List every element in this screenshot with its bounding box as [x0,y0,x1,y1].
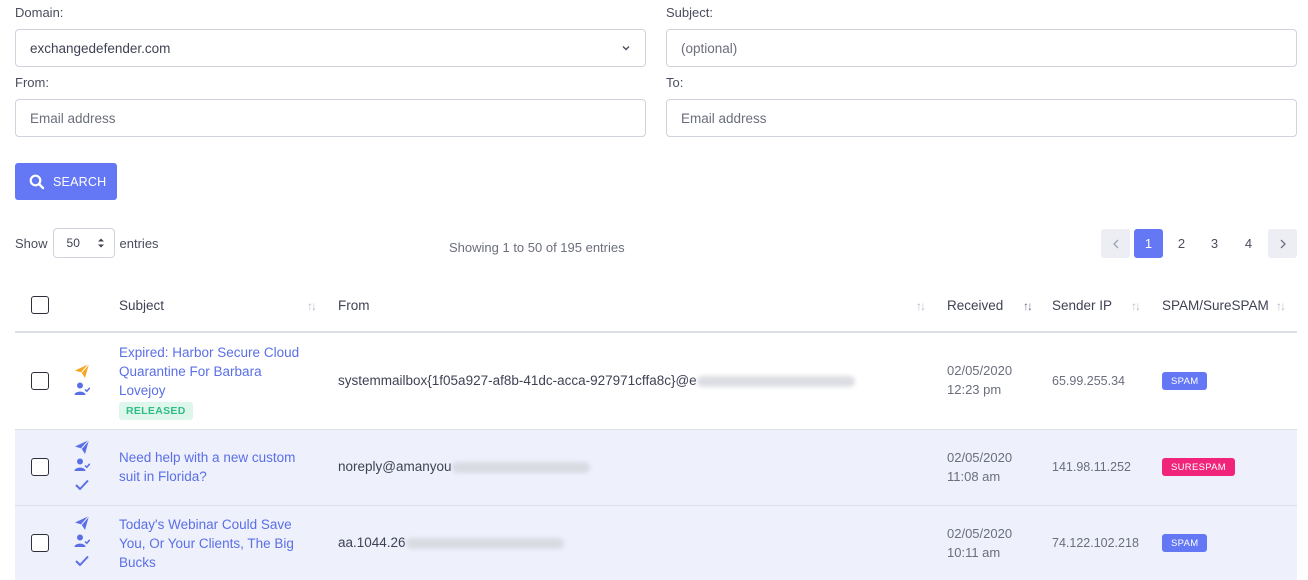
from-placeholder: Email address [30,110,116,126]
column-received[interactable]: Received [947,298,1003,313]
received-clock: 10:11 am [947,545,1001,560]
spam-badge: SPAM [1162,534,1208,552]
page-2-button[interactable]: 2 [1167,229,1196,258]
from-label: From: [15,75,49,90]
sender-ip: 74.122.102.218 [1052,536,1139,550]
received-date: 02/05/2020 [947,363,1013,378]
chevron-right-icon [1280,239,1286,248]
search-icon [29,174,45,189]
table-row[interactable]: Need help with a new custom suit in Flor… [15,430,1297,506]
sender-text: noreply@amanyou [338,459,452,474]
sender-text: aa.1044.26 [338,535,406,550]
row-checkbox[interactable] [31,534,49,552]
user-check-icon [74,534,90,547]
table-row[interactable]: Today's Webinar Could Save You, Or Your … [15,506,1297,580]
updown-icon [97,238,104,248]
subject-label: Subject: [666,5,713,20]
next-page-button[interactable] [1268,229,1297,258]
subject-line: Quarantine For Barbara [119,364,262,379]
pagination: 1 2 3 4 [1101,229,1297,258]
row-checkbox[interactable] [31,458,49,476]
show-label: Show [15,235,48,251]
to-placeholder: Email address [681,110,767,126]
sender-ip: 141.98.11.252 [1052,460,1132,474]
chevron-down-icon [622,46,630,51]
page-length-value: 50 [66,236,80,250]
page-length-select[interactable]: 50 [52,228,115,258]
to-input[interactable]: Email address [666,99,1297,137]
email-subject-link[interactable]: Need help with a new custom suit in Flor… [119,448,324,486]
subject-input[interactable]: (optional) [666,29,1297,67]
search-button-label: SEARCH [53,174,107,189]
sent-icon [75,439,90,454]
received-time: 02/05/2020 10:11 am [947,524,1012,562]
column-sender-ip[interactable]: Sender IP [1052,298,1112,313]
surespam-badge: SURESPAM [1162,458,1236,476]
page-length-control: Show 50 entries [15,228,159,258]
select-all-checkbox[interactable] [31,296,49,314]
prev-page-button[interactable] [1101,229,1130,258]
sender-address: noreply@amanyou [338,459,590,474]
sort-icon[interactable]: ↑↓ [307,299,317,313]
email-subject-link[interactable]: Today's Webinar Could Save You, Or Your … [119,515,324,572]
chevron-left-icon [1112,239,1118,248]
email-subject-link[interactable]: Expired: Harbor Secure Cloud Quarantine … [119,343,324,420]
table-info: Showing 1 to 50 of 195 entries [449,240,625,255]
subject-line: Need help with a new custom [119,450,296,465]
subject-line: Expired: Harbor Secure Cloud [119,345,300,360]
received-date: 02/05/2020 [947,526,1013,541]
to-label: To: [666,75,684,90]
sender-ip: 65.99.255.34 [1052,374,1125,388]
column-from[interactable]: From [338,298,370,313]
redacted-text [405,537,564,549]
domain-value: exchangedefender.com [30,40,171,56]
check-icon [75,555,89,567]
page-4-button[interactable]: 4 [1234,229,1263,258]
subject-line: Lovejoy [119,383,166,398]
received-clock: 11:08 am [947,469,1001,484]
sort-desc-icon[interactable]: ↑↓ [1023,299,1033,313]
sender-address: systemmailbox{1f05a927-af8b-41dc-acca-92… [338,373,855,388]
sort-icon[interactable]: ↑↓ [1276,299,1286,313]
redacted-text [696,375,855,387]
released-badge: RELEASED [119,402,193,420]
received-time: 02/05/2020 12:23 pm [947,361,1012,399]
sender-text: systemmailbox{1f05a927-af8b-41dc-acca-92… [338,373,697,388]
subject-line: You, Or Your Clients, The Big [119,536,294,551]
received-time: 02/05/2020 11:08 am [947,448,1012,486]
user-check-icon [74,458,90,471]
redacted-text [451,461,590,473]
page-1-button[interactable]: 1 [1134,229,1163,258]
column-subject[interactable]: Subject [119,298,164,313]
search-button[interactable]: SEARCH [15,163,117,200]
subject-line: Bucks [119,555,156,570]
domain-label: Domain: [15,5,64,20]
received-clock: 12:23 pm [947,382,1002,397]
page-3-button[interactable]: 3 [1200,229,1229,258]
user-check-icon [74,382,90,395]
subject-line: suit in Florida? [119,469,207,484]
table-header: Subject ↑↓ From ↑↓ Received ↑↓ Sender IP… [15,280,1297,333]
sort-icon[interactable]: ↑↓ [1131,299,1141,313]
subject-line: Today's Webinar Could Save [119,517,292,532]
entries-label: entries [119,235,159,251]
domain-select[interactable]: exchangedefender.com [15,29,646,67]
from-input[interactable]: Email address [15,99,646,137]
check-icon [75,479,89,491]
sent-icon [75,515,90,530]
spam-badge: SPAM [1162,372,1208,390]
row-checkbox[interactable] [31,372,49,390]
table-row[interactable]: Expired: Harbor Secure Cloud Quarantine … [15,333,1297,430]
received-date: 02/05/2020 [947,450,1013,465]
subject-placeholder: (optional) [681,40,738,56]
sender-address: aa.1044.26 [338,535,564,550]
sent-icon [75,363,90,378]
sort-icon[interactable]: ↑↓ [916,299,926,313]
column-spam[interactable]: SPAM/SureSPAM [1162,298,1269,313]
